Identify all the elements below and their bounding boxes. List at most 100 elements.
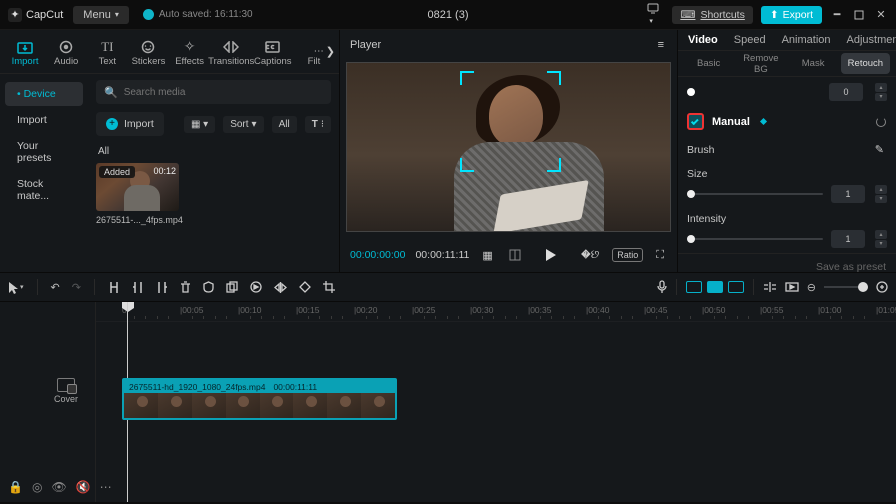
- tab-stickers[interactable]: Stickers: [129, 37, 167, 67]
- manual-checkbox[interactable]: [687, 113, 704, 130]
- ratio-button[interactable]: Ratio: [612, 248, 643, 262]
- search-media[interactable]: 🔍: [96, 80, 331, 104]
- minimize-icon[interactable]: ━: [830, 8, 844, 21]
- align-icon[interactable]: [763, 282, 777, 292]
- more-tabs-icon[interactable]: ⋯❯: [314, 45, 335, 58]
- size-slider[interactable]: [687, 193, 823, 195]
- tab-text[interactable]: TIText: [88, 37, 126, 67]
- preview-icon[interactable]: [785, 282, 799, 292]
- target-icon[interactable]: ◎: [32, 480, 42, 494]
- intensity-value[interactable]: 1: [831, 230, 865, 248]
- filter-all-button[interactable]: All: [272, 116, 297, 133]
- view-grid-icon[interactable]: ▦ ▾: [184, 116, 215, 133]
- zoom-slider[interactable]: [824, 286, 868, 288]
- text-format-icon[interactable]: T⁝: [305, 116, 331, 133]
- brush-icon[interactable]: ✎: [872, 141, 887, 158]
- fullscreen-icon[interactable]: ⛶: [653, 247, 667, 264]
- tab-adjustment[interactable]: Adjustment: [843, 30, 896, 50]
- autosave-indicator: Auto saved: 16:11:30: [143, 9, 253, 20]
- display-icon[interactable]: ▾: [644, 1, 664, 28]
- intensity-label: Intensity: [687, 213, 887, 225]
- source-device[interactable]: Device: [5, 82, 83, 106]
- tab-speed[interactable]: Speed: [730, 30, 770, 50]
- ruler-tick: |00:05: [180, 305, 203, 315]
- tab-audio[interactable]: Audio: [47, 37, 85, 67]
- redo-icon[interactable]: ↷: [72, 281, 81, 294]
- tab-import[interactable]: Import: [6, 37, 44, 67]
- reset-icon[interactable]: [875, 116, 887, 128]
- timecode-total: 00:00:11:11: [415, 249, 469, 261]
- save-preset-button[interactable]: Save as preset: [678, 253, 896, 280]
- export-button[interactable]: ⬆Export: [761, 6, 822, 24]
- fit-icon[interactable]: [876, 281, 888, 293]
- app-logo: ✦CapCut: [8, 8, 63, 22]
- subtab-removebg[interactable]: Remove BG: [736, 53, 785, 74]
- tab-transitions[interactable]: Transitions: [212, 37, 251, 67]
- ruler-tick: |00:15: [296, 305, 319, 315]
- delete-icon[interactable]: [180, 281, 191, 293]
- copy-icon[interactable]: [226, 281, 238, 293]
- split-icon[interactable]: [108, 281, 120, 294]
- zoom-out-icon[interactable]: ⊖: [807, 281, 816, 294]
- reverse-icon[interactable]: [250, 281, 262, 293]
- plus-icon: +: [106, 118, 118, 130]
- select-tool-icon[interactable]: ▾: [8, 281, 24, 294]
- maximize-icon[interactable]: [852, 10, 866, 20]
- tab-animation[interactable]: Animation: [778, 30, 835, 50]
- source-stock[interactable]: Stock mate...: [5, 172, 83, 208]
- import-button[interactable]: +Import: [96, 112, 164, 136]
- visibility-icon[interactable]: 👁: [51, 480, 66, 494]
- close-icon[interactable]: ✕: [874, 8, 888, 21]
- scan-icon[interactable]: �છ⁠: [578, 247, 602, 264]
- subtab-retouch[interactable]: Retouch: [841, 53, 890, 74]
- media-thumbnail[interactable]: Added 00:12: [96, 163, 179, 211]
- mic-icon[interactable]: [657, 280, 667, 294]
- clip-name: 2675511-hd_1920_1080_24fps.mp4: [129, 382, 265, 392]
- mirror-icon[interactable]: [274, 282, 287, 293]
- player-viewport[interactable]: [340, 60, 677, 238]
- crop-icon[interactable]: [323, 281, 335, 293]
- search-input[interactable]: [124, 87, 323, 98]
- undo-icon[interactable]: ↶: [51, 281, 60, 294]
- sort-button[interactable]: Sort ▾: [223, 116, 263, 133]
- tab-captions[interactable]: Captions: [254, 37, 292, 67]
- media-category-tabs: Import Audio TIText Stickers ✧Effects Tr…: [0, 30, 339, 74]
- search-icon: 🔍: [104, 86, 118, 99]
- split-left-icon[interactable]: [132, 281, 144, 294]
- rotate-icon[interactable]: [299, 281, 311, 293]
- step-up-icon[interactable]: ▴: [875, 83, 887, 92]
- tab-effects[interactable]: ✧Effects: [171, 37, 209, 67]
- clip-duration: 00:00:11:11: [273, 382, 317, 392]
- source-presets[interactable]: Your presets: [5, 134, 83, 170]
- intensity-slider[interactable]: [687, 238, 823, 240]
- cover-icon[interactable]: [57, 378, 75, 392]
- split-right-icon[interactable]: [156, 281, 168, 294]
- value-box[interactable]: 0: [829, 83, 863, 101]
- menu-button[interactable]: Menu▾: [73, 6, 129, 24]
- tab-video[interactable]: Video: [684, 30, 722, 50]
- play-button[interactable]: [542, 246, 560, 264]
- step-up-icon[interactable]: ▴: [875, 185, 887, 194]
- timeline-ruler[interactable]: 0 |00:05|00:10|00:15|00:20|00:25|00:30|0…: [96, 302, 896, 322]
- thumbnail-view-icon[interactable]: ▦: [479, 247, 495, 264]
- ruler-tick: |00:50: [702, 305, 725, 315]
- slider-thumb[interactable]: [687, 88, 695, 96]
- step-down-icon[interactable]: ▾: [875, 240, 887, 249]
- player-menu-icon[interactable]: ≡: [655, 37, 667, 53]
- shield-icon[interactable]: [203, 281, 214, 293]
- step-down-icon[interactable]: ▾: [875, 93, 887, 102]
- shortcuts-button[interactable]: ⌨Shortcuts: [672, 6, 753, 24]
- ruler-tick: |00:30: [470, 305, 493, 315]
- step-up-icon[interactable]: ▴: [875, 230, 887, 239]
- timeline-clip[interactable]: 2675511-hd_1920_1080_24fps.mp4 00:00:11:1…: [122, 378, 397, 420]
- lock-icon[interactable]: 🔒: [8, 480, 23, 494]
- compare-icon[interactable]: [506, 247, 524, 263]
- subtab-mask[interactable]: Mask: [789, 53, 838, 74]
- snap-toggle[interactable]: [686, 281, 744, 293]
- keyframe-icon[interactable]: [760, 118, 767, 125]
- size-value[interactable]: 1: [831, 185, 865, 203]
- subtab-basic[interactable]: Basic: [684, 53, 733, 74]
- mute-icon[interactable]: 🔇: [76, 480, 91, 494]
- step-down-icon[interactable]: ▾: [875, 195, 887, 204]
- source-import[interactable]: Import: [5, 108, 83, 132]
